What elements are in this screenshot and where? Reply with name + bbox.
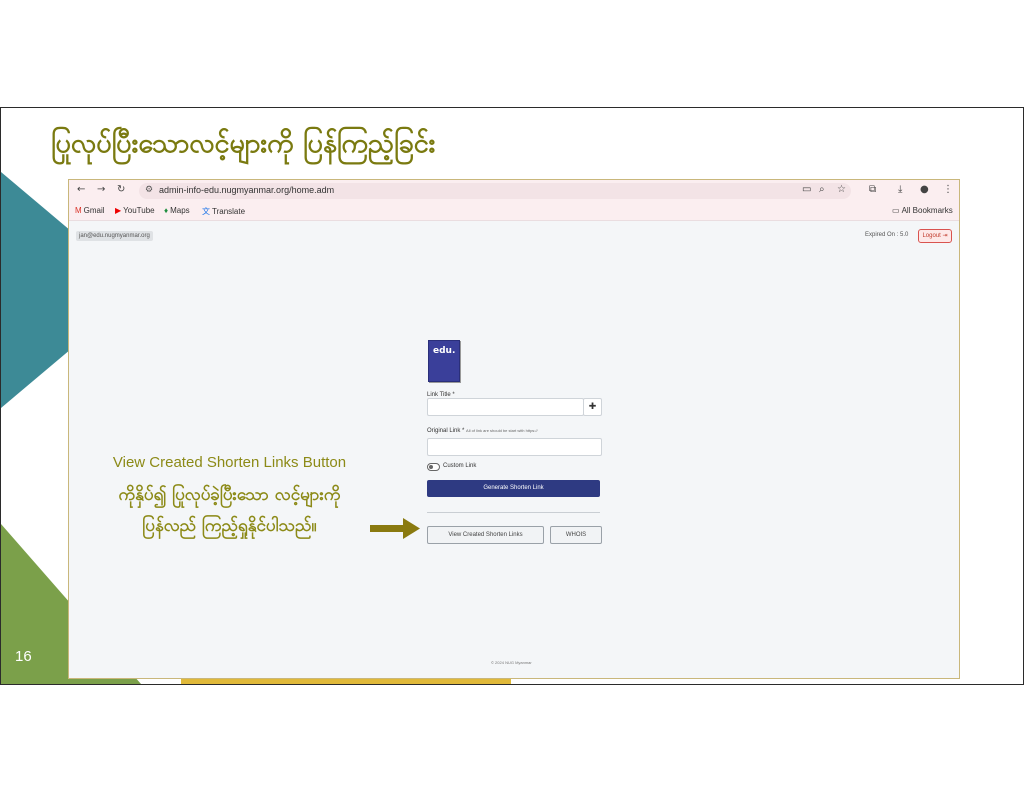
bookmark-maps[interactable]: ♦ Maps [164,206,190,215]
profile-icon[interactable]: ● [920,184,929,195]
copyright-footer: © 2024 NUG Myanmar [491,660,532,665]
bookmark-gmail[interactable]: M Gmail [75,206,105,215]
logout-button[interactable]: Logout ⇥ [918,229,952,243]
custom-link-label: Custom Link [443,463,477,469]
bookmark-translate[interactable]: 文 Translate [202,206,245,217]
logout-icon: ⇥ [942,233,948,239]
gmail-icon: M [75,206,82,215]
edu-logo: edu. [428,340,460,382]
menu-icon[interactable]: ⋮ [943,184,953,195]
divider [427,512,600,513]
maps-icon: ♦ [164,206,169,215]
download-icon[interactable]: ⤓ [898,184,902,195]
annotation-myanmar-line2: ပြန်လည် ကြည့်ရှုနိုင်ပါသည်။ [142,516,317,536]
generate-shorten-link-button[interactable]: Generate Shorten Link [427,480,600,497]
bookmark-youtube[interactable]: ▶ YouTube [115,206,155,215]
page-number: 16 [15,648,32,665]
original-link-label: Original Link * All of link are should b… [427,428,538,434]
custom-link-toggle[interactable] [427,463,440,471]
plus-icon: ✚ [588,402,597,412]
original-link-input[interactable] [427,438,602,456]
add-title-button[interactable]: ✚ [583,398,602,416]
expired-on-text: Expired On : 5.0 [865,232,909,238]
slide-title: ပြုလုပ်ပြီးသောလင့်များကို ပြန်ကြည့်ခြင်း [51,128,436,159]
annotation-english: View Created Shorten Links Button [112,454,347,471]
youtube-icon: ▶ [115,206,122,215]
forward-icon[interactable]: → [97,184,105,195]
slide: ပြုလုပ်ပြီးသောလင့်များကို ပြန်ကြည့်ခြင်း… [0,107,1024,685]
bookmarks-bar: M Gmail ▶ YouTube ♦ Maps 文 Translate ▭ All Bo… [69,202,959,221]
all-bookmarks[interactable]: ▭ All Bookmarks [892,206,953,215]
browser-window: ← → ↻ ⚙ admin-info-edu.nugmyanmar.org/ho… [68,179,960,679]
folder-icon: ▭ [892,206,900,215]
link-title-input[interactable] [427,398,584,416]
original-link-hint: All of link are should be start with htt… [466,428,538,433]
bookmark-star-icon[interactable]: ☆ [837,184,846,195]
web-page: jan@edu.nugmyanmar.org Expired On : 5.0 … [69,221,959,678]
zoom-icon[interactable]: ⌕ [819,184,825,195]
reload-icon[interactable]: ↻ [117,184,125,195]
translate-icon: 文 [202,207,210,216]
view-created-shorten-links-button[interactable]: View Created Shorten Links [427,526,544,544]
annotation-myanmar-line1: ကိုနှိပ်၍ ပြုလုပ်ခဲ့ပြီးသော လင့်များကို [118,485,341,505]
back-icon[interactable]: ← [77,184,85,195]
user-email-badge: jan@edu.nugmyanmar.org [76,231,153,241]
pointer-arrow-icon [370,518,420,539]
cast-icon[interactable]: ▭ [802,184,811,195]
extensions-icon[interactable]: ⧉ [869,184,876,195]
url-text: admin-info-edu.nugmyanmar.org/home.adm [159,185,335,195]
whois-button[interactable]: WHOIS [550,526,602,544]
browser-toolbar: ← → ↻ ⚙ admin-info-edu.nugmyanmar.org/ho… [69,180,959,202]
bottom-accent-bar [181,679,511,684]
address-bar[interactable]: ⚙ admin-info-edu.nugmyanmar.org/home.adm [139,183,851,199]
site-settings-icon[interactable]: ⚙ [145,185,153,195]
